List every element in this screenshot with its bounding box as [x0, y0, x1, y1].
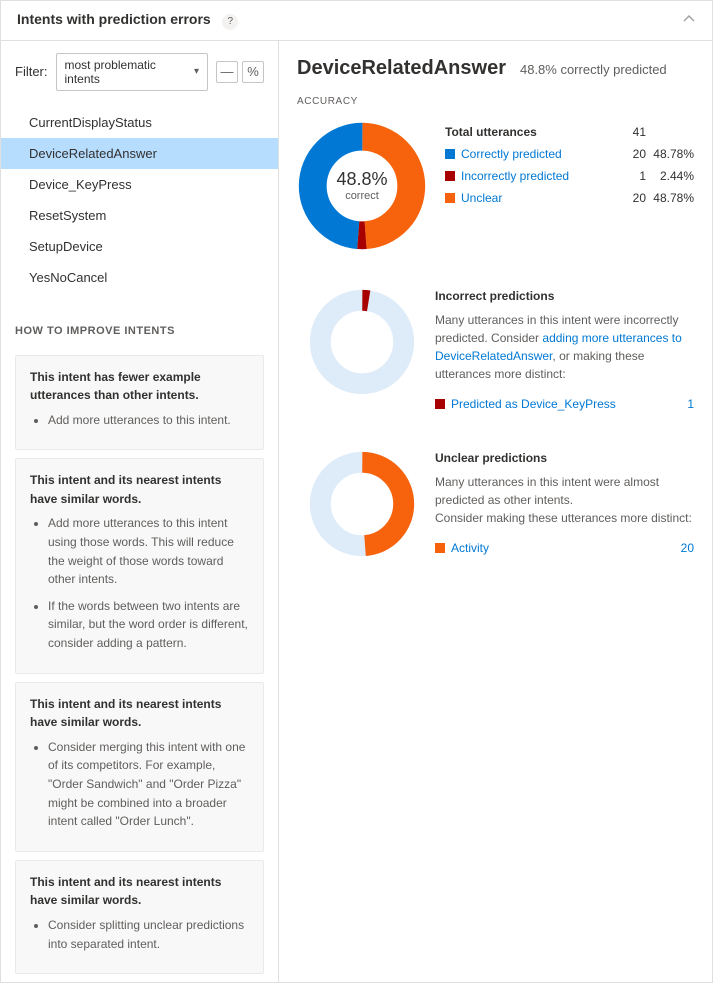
- legend-pct: 48.78%: [646, 147, 694, 161]
- incorrect-title: Incorrect predictions: [435, 287, 694, 305]
- legend-row: Incorrectly predicted12.44%: [445, 165, 694, 187]
- prediction-row: Activity20: [435, 539, 694, 557]
- filter-selected: most problematic intents: [65, 58, 194, 86]
- card-bullet: Consider merging this intent with one of…: [48, 738, 249, 831]
- prediction-count[interactable]: 1: [668, 395, 694, 413]
- total-label: Total utterances: [445, 125, 616, 139]
- intent-list: CurrentDisplayStatusDeviceRelatedAnswerD…: [1, 103, 278, 307]
- legend-row: Unclear2048.78%: [445, 187, 694, 209]
- card-heading: This intent and its nearest intents have…: [30, 875, 221, 908]
- unclear-text: Many utterances in this intent were almo…: [435, 473, 694, 527]
- card-bullet: Add more utterances to this intent.: [48, 411, 249, 430]
- legend-swatch: [445, 149, 455, 159]
- card-bullet: Add more utterances to this intent using…: [48, 514, 249, 588]
- prediction-row: Predicted as Device_KeyPress1: [435, 395, 694, 413]
- legend-pct: 2.44%: [646, 169, 694, 183]
- legend-label[interactable]: Incorrectly predicted: [461, 169, 616, 183]
- card-heading: This intent and its nearest intents have…: [30, 473, 221, 506]
- card-heading: This intent and its nearest intents have…: [30, 697, 221, 730]
- chevron-down-icon: ▾: [194, 66, 199, 77]
- intent-list-item[interactable]: SetupDevice: [1, 231, 278, 262]
- donut-center-word: correct: [345, 190, 379, 202]
- filter-row: Filter: most problematic intents ▾ — %: [1, 41, 278, 103]
- legend-label[interactable]: Unclear: [461, 191, 616, 205]
- legend-swatch: [435, 399, 445, 409]
- intent-list-item[interactable]: DeviceRelatedAnswer: [1, 138, 278, 169]
- dash-toggle-button[interactable]: —: [216, 61, 238, 83]
- legend-count: 1: [616, 169, 646, 183]
- legend-count: 20: [616, 191, 646, 205]
- intent-list-item[interactable]: CurrentDisplayStatus: [1, 107, 278, 138]
- right-column: DeviceRelatedAnswer 48.8% correctly pred…: [279, 41, 712, 983]
- intent-list-item[interactable]: Device_KeyPress: [1, 169, 278, 200]
- unclear-title: Unclear predictions: [435, 449, 694, 467]
- accuracy-legend: Total utterances 41 Correctly predicted2…: [445, 121, 694, 209]
- incorrect-donut: [307, 287, 417, 397]
- donut-center-pct: 48.8%: [336, 169, 387, 190]
- prediction-label[interactable]: Activity: [451, 539, 668, 557]
- left-column: Filter: most problematic intents ▾ — % C…: [1, 41, 279, 983]
- accuracy-label: ACCURACY: [297, 96, 694, 107]
- intent-list-item[interactable]: YesNoCancel: [1, 262, 278, 293]
- intent-list-item[interactable]: ResetSystem: [1, 200, 278, 231]
- improve-card: This intent and its nearest intents have…: [15, 458, 264, 673]
- card-bullet: If the words between two intents are sim…: [48, 597, 249, 653]
- legend-swatch: [435, 543, 445, 553]
- legend-pct: 48.78%: [646, 191, 694, 205]
- prediction-label[interactable]: Predicted as Device_KeyPress: [451, 395, 668, 413]
- intent-subtitle: 48.8% correctly predicted: [520, 62, 667, 77]
- legend-count: 20: [616, 147, 646, 161]
- percent-toggle-button[interactable]: %: [242, 61, 264, 83]
- filter-label: Filter:: [15, 64, 48, 79]
- legend-swatch: [445, 193, 455, 203]
- intents-panel: Intents with prediction errors ? Filter:…: [0, 0, 713, 983]
- accuracy-donut: 48.8% correct: [297, 121, 427, 251]
- card-heading: This intent has fewer example utterances…: [30, 370, 201, 403]
- help-icon[interactable]: ?: [222, 14, 238, 30]
- prediction-count[interactable]: 20: [668, 539, 694, 557]
- legend-swatch: [445, 171, 455, 181]
- legend-row: Correctly predicted2048.78%: [445, 143, 694, 165]
- filter-select[interactable]: most problematic intents ▾: [56, 53, 209, 91]
- panel-title: Intents with prediction errors: [17, 11, 211, 27]
- incorrect-text: Many utterances in this intent were inco…: [435, 311, 694, 383]
- chevron-up-icon[interactable]: [682, 12, 696, 29]
- improve-card: This intent and its nearest intents have…: [15, 860, 264, 974]
- legend-label[interactable]: Correctly predicted: [461, 147, 616, 161]
- improve-section-title: HOW TO IMPROVE INTENTS: [1, 307, 278, 347]
- card-bullet: Consider splitting unclear predictions i…: [48, 916, 249, 953]
- improve-card: This intent has fewer example utterances…: [15, 355, 264, 451]
- unclear-donut: [307, 449, 417, 559]
- total-n: 41: [616, 125, 646, 139]
- intent-name: DeviceRelatedAnswer: [297, 57, 506, 80]
- panel-header: Intents with prediction errors ?: [1, 1, 712, 41]
- improve-card: This intent and its nearest intents have…: [15, 682, 264, 852]
